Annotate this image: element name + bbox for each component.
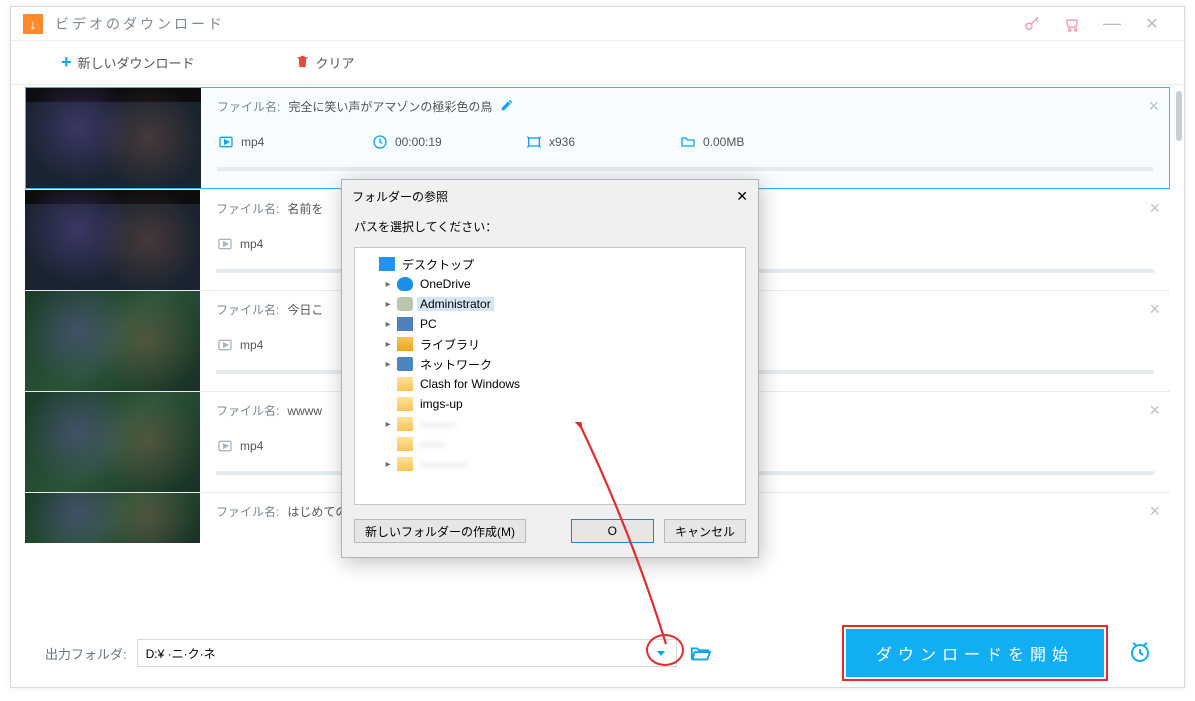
item-resolution: x936 [549,135,575,149]
user-icon [397,297,413,311]
key-icon[interactable] [1012,7,1052,41]
progress-bar [217,167,1153,171]
start-download-button[interactable]: ダウンロードを開始 [846,629,1104,677]
dialog-title: フォルダーの参照 [352,188,448,205]
chevron-down-icon[interactable] [652,644,670,662]
titlebar: ↓ ビデオのダウンロード — ✕ [11,7,1184,41]
item-size: 0.00MB [703,135,744,149]
item-remove[interactable]: × [1149,400,1160,421]
format-icon [217,133,235,151]
network-icon [397,357,413,371]
window-title: ビデオのダウンロード [55,14,225,34]
app-icon: ↓ [23,14,43,34]
format-icon [216,235,234,253]
thumbnail [26,88,201,188]
tree-administrator[interactable]: Administrator [417,297,494,311]
output-folder-field[interactable]: D:¥ ·ニ·ク·ネ [137,639,677,667]
scrollbar-thumb[interactable] [1176,91,1182,141]
dialog-close[interactable]: ✕ [736,188,748,205]
folder-tree[interactable]: ▸デスクトップ ▸OneDrive ▸Administrator ▸PC ▸ライ… [354,247,746,505]
output-folder-label: 出力フォルダ: [45,644,127,663]
pc-icon [397,317,413,331]
folder-icon [397,457,413,471]
item-remove[interactable]: × [1149,501,1160,522]
folder-browse-dialog: フォルダーの参照 ✕ パスを選択してください： ▸デスクトップ ▸OneDriv… [341,179,759,558]
download-item[interactable]: ファイル名: 完全に笑い声がアマゾンの極彩色の鳥 mp4 00:00:19 x9… [25,87,1170,189]
folder-icon [397,397,413,411]
clock-icon [371,133,389,151]
clear-label: クリア [316,53,355,72]
output-folder-path: D:¥ ·ニ·ク·ネ [146,645,216,662]
onedrive-icon [397,277,413,291]
cancel-button[interactable]: キャンセル [664,519,746,543]
window-close[interactable]: ✕ [1132,7,1172,41]
tree-blurred[interactable]: ——— [417,417,459,431]
thumbnail [25,392,200,492]
footer: 出力フォルダ: D:¥ ·ニ·ク·ネ ダウンロードを開始 [25,629,1170,677]
trash-icon [295,54,310,72]
item-format: mp4 [241,135,264,149]
toolbar: + 新しいダウンロード クリア [11,41,1184,85]
item-format: mp4 [240,439,263,453]
filename-label: ファイル名: [217,98,280,115]
folder-icon [679,133,697,151]
library-icon [397,337,413,351]
new-folder-button[interactable]: 新しいフォルダーの作成(M) [354,519,526,543]
item-remove[interactable]: × [1149,299,1160,320]
tree-clash[interactable]: Clash for Windows [417,377,523,391]
item-format: mp4 [240,338,263,352]
item-remove[interactable]: × [1149,198,1160,219]
folder-icon [397,377,413,391]
thumbnail [25,190,200,290]
new-download-button[interactable]: + 新しいダウンロード [61,52,195,73]
resolution-icon [525,133,543,151]
thumbnail [25,493,200,543]
clear-button[interactable]: クリア [295,53,355,72]
tree-blurred[interactable]: —— [417,437,447,451]
item-title: 完全に笑い声がアマゾンの極彩色の鳥 [288,98,492,115]
tree-desktop[interactable]: デスクトップ [399,256,477,273]
format-icon [216,336,234,354]
tree-blurred[interactable]: ———— [417,457,471,471]
item-title: 今日こ [287,301,323,318]
thumbnail [25,291,200,391]
window-minimize[interactable]: — [1092,7,1132,41]
plus-icon: + [61,52,72,73]
new-download-label: 新しいダウンロード [78,53,195,72]
alarm-icon[interactable] [1128,640,1154,666]
tree-imgs[interactable]: imgs-up [417,397,466,411]
tree-onedrive[interactable]: OneDrive [417,277,474,291]
item-remove[interactable]: × [1148,96,1159,117]
item-format: mp4 [240,237,263,251]
tree-library[interactable]: ライブラリ [417,336,483,353]
format-icon [216,437,234,455]
tree-pc[interactable]: PC [417,317,440,331]
item-title: wwww [287,404,322,418]
item-duration: 00:00:19 [395,135,442,149]
edit-icon[interactable] [500,98,514,115]
dialog-instruction: パスを選択してください： [342,212,758,247]
item-title: 名前を [287,200,323,217]
cart-icon[interactable] [1052,7,1092,41]
start-button-highlight: ダウンロードを開始 [842,625,1108,681]
ok-button[interactable]: O [571,519,654,543]
desktop-icon [379,257,395,271]
folder-icon [397,417,413,431]
folder-icon [397,437,413,451]
tree-network[interactable]: ネットワーク [417,356,495,373]
open-folder-icon[interactable] [687,640,713,666]
